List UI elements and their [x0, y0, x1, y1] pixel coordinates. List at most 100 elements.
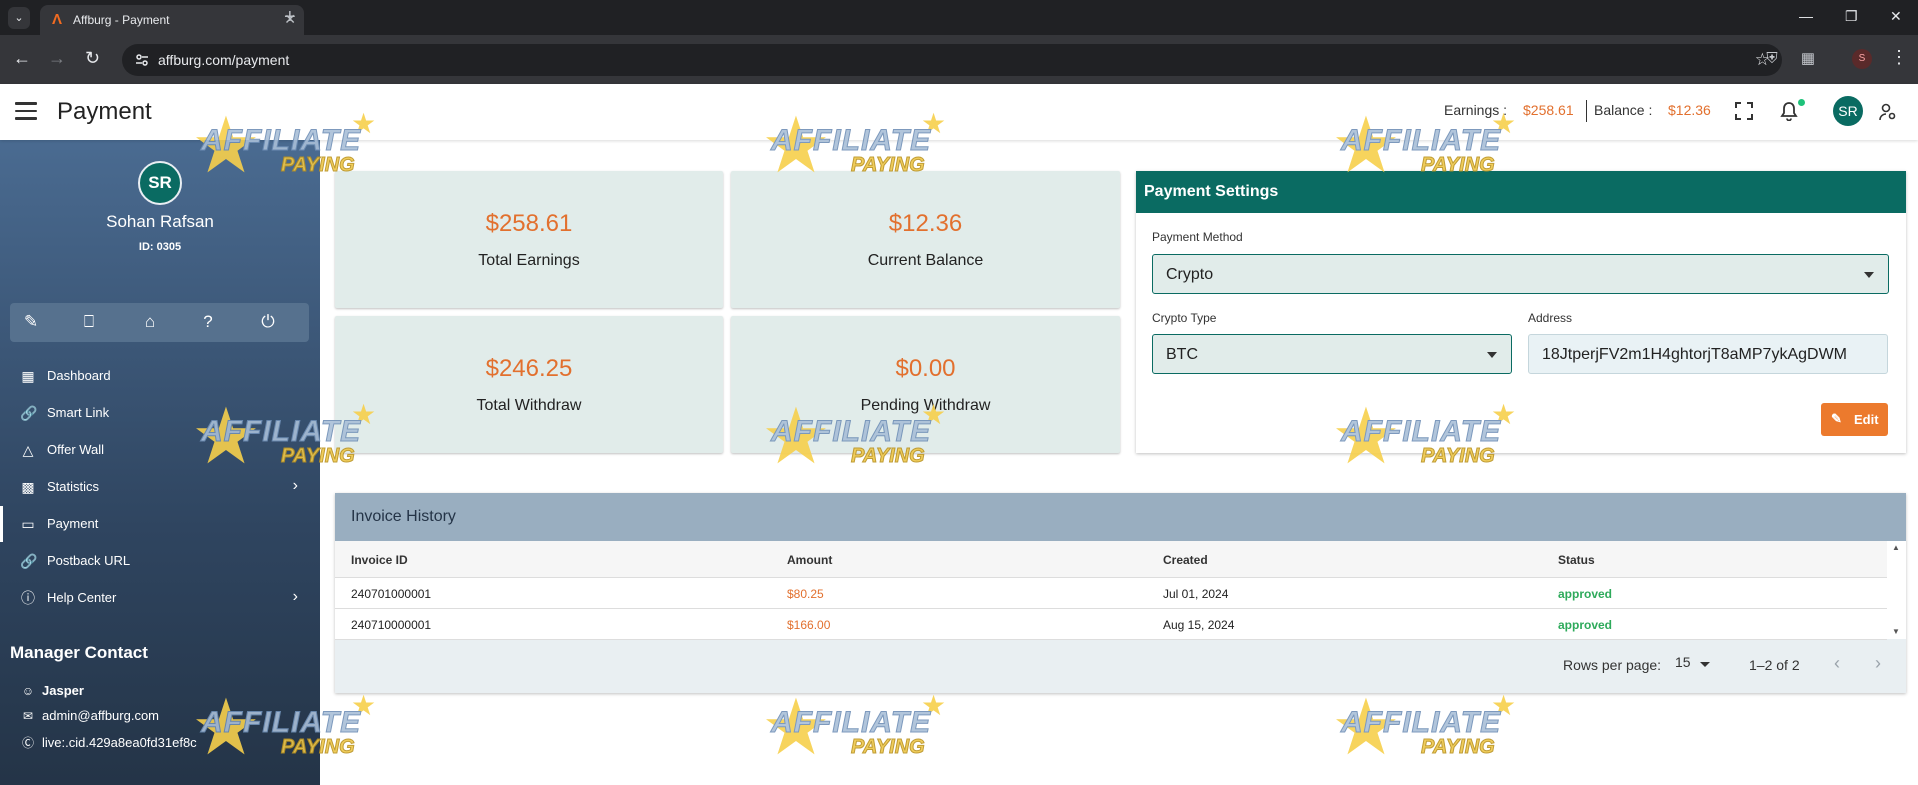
rows-per-page-caret-icon[interactable] — [1700, 662, 1710, 667]
pending-withdraw-card: $0.00 Pending Withdraw — [731, 316, 1120, 453]
sidebar-item-postback-url[interactable]: 🔗 Postback URL — [0, 543, 320, 579]
tab-list-chevron-icon[interactable]: ⌄ — [8, 7, 30, 29]
manager-email[interactable]: ✉ admin@affburg.com — [20, 708, 159, 723]
window-close-icon[interactable]: ✕ — [1890, 8, 1902, 25]
sidebar-user-id: ID: 0305 — [138, 241, 182, 253]
tab-title: Affburg - Payment — [73, 13, 170, 27]
edit-icon: ✎ — [1831, 411, 1842, 426]
minimize-icon[interactable]: — — [1799, 8, 1813, 24]
column-header-amount[interactable]: Amount — [787, 553, 832, 567]
link-icon: 🔗 — [20, 553, 38, 569]
forward-icon[interactable]: → — [48, 48, 66, 68]
sidebar: SR Sohan Rafsan ID: 0305 ✎ ⎕ ⌂ ? ⏻ ▦ Das… — [0, 140, 320, 785]
current-balance-label: Current Balance — [867, 252, 984, 269]
offerwall-icon: △ — [22, 442, 34, 458]
browser-toolbar: ← → ↻ affburg.com/payment ☆ ⛨ ▦ S ⋮ — [0, 35, 1918, 84]
previous-page-icon[interactable]: ‹ — [1834, 653, 1840, 674]
restore-icon[interactable]: ❐ — [1845, 8, 1858, 25]
invoice-history-header: Invoice History — [335, 493, 1906, 541]
sidebar-item-smart-link[interactable]: 🔗 Smart Link — [0, 395, 320, 431]
browser-menu-icon[interactable]: ⋮ — [1890, 47, 1908, 68]
new-tab-icon[interactable]: + — [284, 7, 296, 27]
watermark-text-paying: PAYING — [1421, 736, 1496, 759]
user-avatar[interactable]: SR — [1833, 96, 1863, 126]
scroll-down-icon[interactable]: ▼ — [1892, 627, 1900, 636]
sidebar-item-offer-wall[interactable]: △ Offer Wall — [0, 432, 320, 468]
created-cell: Aug 15, 2024 — [1163, 618, 1235, 632]
fullscreen-icon[interactable] — [1735, 102, 1753, 120]
url-text: affburg.com/payment — [158, 52, 290, 68]
column-header-created[interactable]: Created — [1163, 553, 1208, 567]
total-earnings-value: $258.61 — [485, 210, 573, 237]
power-icon[interactable]: ⏻ — [257, 311, 279, 333]
pending-withdraw-label: Pending Withdraw — [860, 397, 991, 414]
address-label: Address — [1528, 311, 1573, 325]
total-earnings-label: Total Earnings — [478, 252, 580, 269]
invoice-history-title: Invoice History — [351, 508, 456, 525]
watermark-star-icon: ★ — [1331, 683, 1401, 771]
card-icon: ▭ — [21, 516, 35, 532]
crypto-type-select[interactable]: BTC — [1152, 334, 1512, 374]
header-divider — [1586, 100, 1587, 122]
home-icon[interactable]: ⌂ — [139, 311, 161, 333]
skype-icon: Ⓒ — [21, 736, 34, 750]
invoice-id-cell: 240710000001 — [351, 618, 432, 632]
column-header-status[interactable]: Status — [1558, 553, 1595, 567]
table-scrollbar[interactable]: ▲ ▼ — [1887, 541, 1906, 639]
invoice-id-cell: 240701000001 — [351, 587, 432, 601]
watermark-small-star-icon: ★ — [351, 690, 377, 721]
address-bar[interactable]: affburg.com/payment ☆ — [122, 44, 1782, 76]
sidebar-avatar: SR — [138, 161, 182, 205]
notification-bell-icon[interactable] — [1780, 101, 1798, 121]
sidebar-item-payment[interactable]: ▭ Payment — [0, 506, 320, 542]
sidebar-item-help-center[interactable]: ⓘ Help Center › — [0, 580, 320, 616]
browser-tab[interactable]: Λ Affburg - Payment ✕ — [40, 5, 304, 35]
profile-avatar[interactable]: S — [1852, 49, 1872, 69]
payment-method-value: Crypto — [1166, 266, 1214, 283]
help-question-icon[interactable]: ? — [197, 311, 219, 333]
table-row[interactable]: 240701000001 $80.25 Jul 01, 2024 approve… — [335, 578, 1887, 609]
link-icon: 🔗 — [20, 405, 38, 421]
invoice-history-panel: Invoice History Invoice ID Amount Create… — [335, 493, 1906, 693]
sidebar-item-label: Dashboard — [47, 368, 111, 383]
total-withdraw-value: $246.25 — [485, 355, 573, 382]
rows-per-page-select[interactable]: 15 — [1675, 654, 1691, 670]
watermark-star-icon: ★ — [761, 683, 831, 771]
total-withdraw-label: Total Withdraw — [476, 397, 582, 414]
sidebar-item-statistics[interactable]: ▩ Statistics › — [0, 469, 320, 505]
table-row[interactable]: 240710000001 $166.00 Aug 15, 2024 approv… — [335, 609, 1887, 640]
next-page-icon[interactable]: › — [1875, 653, 1881, 674]
shield-extension-icon[interactable]: ⛨ — [1761, 48, 1783, 70]
balance-value: $12.36 — [1668, 102, 1711, 118]
edit-profile-icon[interactable]: ✎ — [20, 311, 42, 333]
extensions-puzzle-icon[interactable]: ▦ — [1797, 48, 1819, 70]
payment-method-label: Payment Method — [1152, 230, 1243, 244]
rows-per-page-label: Rows per page: — [1563, 657, 1662, 673]
total-withdraw-card: $246.25 Total Withdraw — [335, 316, 723, 453]
current-balance-value: $12.36 — [888, 210, 963, 237]
crypto-type-label: Crypto Type — [1152, 311, 1217, 325]
crypto-address-field[interactable]: 18JtperjFV2m1H4ghtorjT8aMP7ykAgDWM — [1528, 334, 1888, 374]
manager-skype[interactable]: Ⓒlive:.cid.429a8ea0fd31ef8c — [20, 734, 197, 751]
monitor-icon[interactable]: ⎕ — [78, 311, 100, 333]
sidebar-item-dashboard[interactable]: ▦ Dashboard — [0, 358, 320, 394]
mail-icon: ✉ — [22, 709, 34, 723]
page-title: Payment — [57, 98, 152, 125]
column-header-invoice-id[interactable]: Invoice ID — [351, 553, 408, 567]
earnings-value: $258.61 — [1523, 102, 1574, 118]
back-icon[interactable]: ← — [13, 48, 31, 68]
edit-button-label: Edit — [1854, 412, 1879, 427]
notification-dot — [1798, 99, 1805, 106]
site-settings-icon[interactable] — [134, 52, 150, 68]
payment-method-select[interactable]: Crypto — [1152, 254, 1889, 294]
sidebar-item-label: Offer Wall — [47, 442, 105, 457]
user-settings-icon[interactable] — [1879, 103, 1897, 121]
crypto-address-value: 18JtperjFV2m1H4ghtorjT8aMP7ykAgDWM — [1542, 346, 1847, 363]
hamburger-menu-icon[interactable] — [15, 102, 37, 120]
watermark-small-star-icon: ★ — [921, 690, 947, 721]
sidebar-item-label: Statistics — [47, 479, 100, 494]
edit-button[interactable]: ✎ Edit — [1821, 403, 1888, 436]
browser-tab-bar: ⌄ Λ Affburg - Payment ✕ + — ❐ ✕ — [0, 0, 1918, 35]
reload-icon[interactable]: ↻ — [85, 48, 100, 68]
scroll-up-icon[interactable]: ▲ — [1892, 543, 1900, 552]
